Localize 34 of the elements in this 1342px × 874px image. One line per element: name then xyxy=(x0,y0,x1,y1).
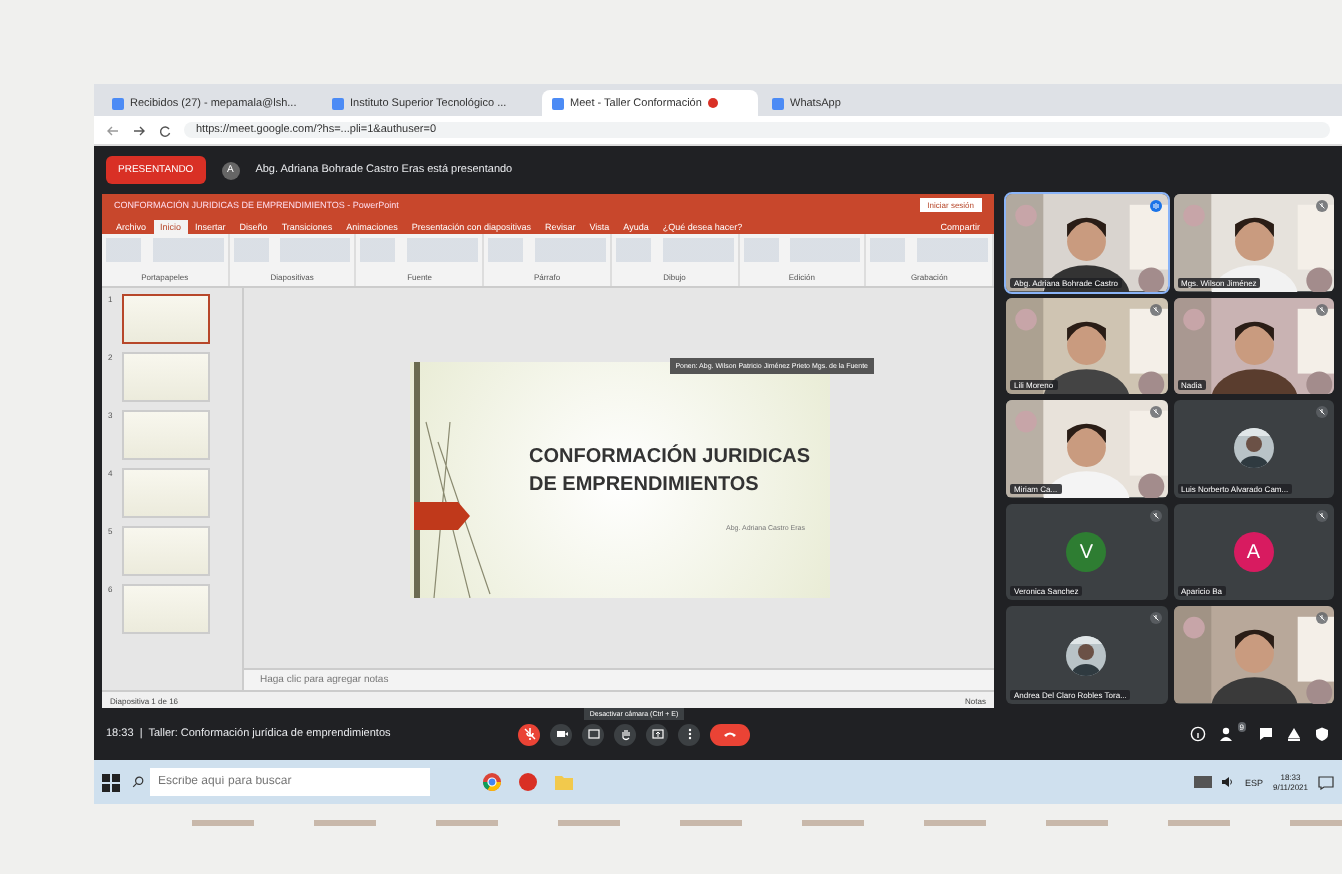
people-icon[interactable] xyxy=(1217,726,1234,742)
reload-icon[interactable] xyxy=(158,123,172,137)
site-icon xyxy=(112,97,124,109)
site-icon xyxy=(772,97,784,109)
forward-icon[interactable] xyxy=(132,123,146,137)
back-icon[interactable] xyxy=(106,123,120,137)
captions-button[interactable] xyxy=(582,723,604,745)
mic-icon xyxy=(519,724,539,744)
search-icon xyxy=(132,776,144,788)
windows-start-icon[interactable] xyxy=(102,773,120,791)
avatar: V xyxy=(1066,532,1107,573)
notifications-icon[interactable] xyxy=(1318,775,1334,789)
captions-icon xyxy=(583,724,603,744)
slide-thumbnail[interactable] xyxy=(122,294,210,344)
slide-title: CONFORMACIÓN JURIDICAS xyxy=(529,445,813,470)
speaker-icon[interactable] xyxy=(1222,776,1235,788)
avatar: A xyxy=(1233,532,1274,573)
site-icon xyxy=(552,97,564,109)
site-icon xyxy=(332,97,344,109)
hang-up-button[interactable] xyxy=(710,723,750,745)
app-icon[interactable] xyxy=(518,772,538,792)
present-button[interactable] xyxy=(646,723,668,745)
microphone-button[interactable] xyxy=(518,723,540,745)
chat-icon[interactable] xyxy=(1258,726,1274,742)
activities-icon[interactable] xyxy=(1286,726,1302,742)
slide-title: DE EMPRENDIMIENTOS xyxy=(529,474,761,499)
shield-icon[interactable] xyxy=(1314,726,1330,742)
raise-hand-button[interactable] xyxy=(614,723,636,745)
present-icon xyxy=(647,724,667,744)
info-icon[interactable] xyxy=(1189,726,1206,742)
browser-app-icon[interactable] xyxy=(482,772,502,792)
camera-button[interactable] xyxy=(550,723,572,745)
more-options-button[interactable] xyxy=(678,723,700,745)
keyboard-icon[interactable] xyxy=(1194,776,1213,788)
